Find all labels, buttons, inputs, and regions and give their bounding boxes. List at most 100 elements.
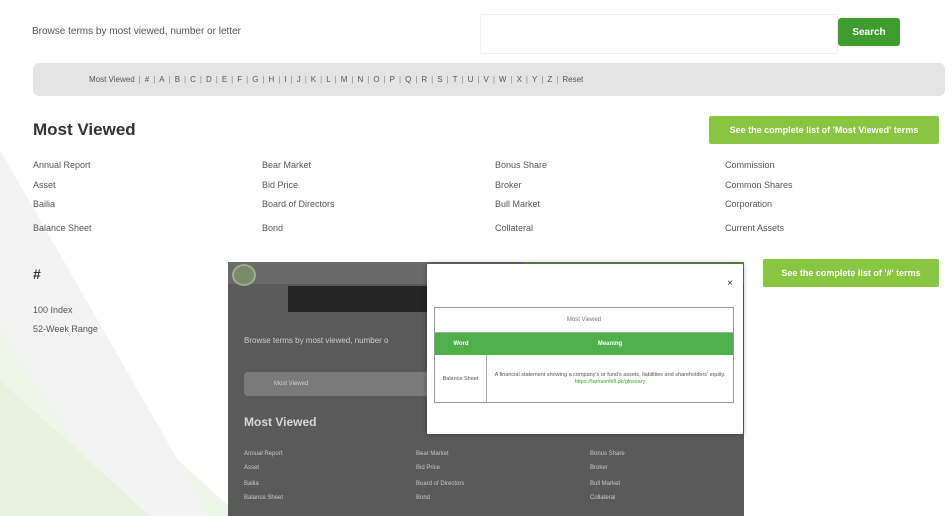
inner-letter-bar: Most Viewed	[244, 372, 444, 396]
letter-separator: |	[278, 75, 281, 84]
letter-filter-item[interactable]: W	[498, 75, 508, 84]
term-link[interactable]: 100 Index	[33, 305, 73, 315]
letter-filter-item[interactable]: B	[174, 75, 181, 84]
letter-separator: |	[153, 75, 156, 84]
letter-filter-item[interactable]: Y	[531, 75, 538, 84]
search-instruction: Browse terms by most viewed, number or l…	[32, 26, 241, 37]
letter-filter-item[interactable]: D	[205, 75, 213, 84]
letter-filter-item[interactable]: Q	[404, 75, 412, 84]
header-meaning: Meaning	[597, 341, 623, 347]
term-link[interactable]: Bond	[262, 223, 283, 233]
search-input[interactable]	[480, 14, 838, 54]
row-meaning: A financial statement showing a company'…	[494, 372, 726, 378]
letter-filter-item[interactable]: A	[158, 75, 165, 84]
letter-filter-item[interactable]: E	[221, 75, 228, 84]
letter-filter-bar: Most Viewed | # | A | B | C | D | E | F | G | H | I | J | K | L | M |…	[33, 63, 945, 96]
inner-term: Bid Price	[416, 465, 441, 471]
table-caption: Most Viewed	[435, 308, 733, 333]
inner-term: Collateral	[590, 495, 616, 501]
term-link[interactable]: Bear Market	[262, 160, 311, 170]
definition-table: Most Viewed Word Meaning Balance Sheet A…	[434, 307, 734, 403]
inner-term: Bailia	[244, 481, 259, 487]
letter-separator: |	[556, 75, 559, 84]
letter-filter-item[interactable]: Z	[546, 75, 553, 84]
letter-separator: |	[138, 75, 141, 84]
term-link[interactable]: Collateral	[495, 223, 533, 233]
letter-separator: |	[262, 75, 265, 84]
letter-filter-item[interactable]: K	[310, 75, 317, 84]
term-link[interactable]: Asset	[33, 180, 56, 190]
inner-term: Bond	[416, 495, 431, 501]
term-link[interactable]: Bonus Share	[495, 160, 547, 170]
letter-filter-item[interactable]: I	[283, 75, 287, 84]
term-link[interactable]: Bull Market	[495, 199, 540, 209]
term-link[interactable]: Board of Directors	[262, 199, 335, 209]
inner-term: Broker	[590, 465, 608, 471]
see-all-hash-button[interactable]: See the complete list of '#' terms	[763, 259, 939, 287]
letter-separator: |	[199, 75, 202, 84]
term-link[interactable]: 52-Week Range	[33, 324, 98, 334]
letter-filter-item[interactable]: C	[189, 75, 197, 84]
definition-modal: × Most Viewed Word Meaning Balance Sheet…	[427, 264, 743, 434]
letter-filter-item[interactable]: M	[340, 75, 349, 84]
letter-filter-item[interactable]: U	[467, 75, 475, 84]
letter-filter-item[interactable]: G	[251, 75, 259, 84]
letter-filter-item[interactable]: T	[452, 75, 459, 84]
table-header: Word Meaning	[435, 333, 733, 355]
letter-filter-item[interactable]: S	[436, 75, 443, 84]
letter-separator: |	[320, 75, 323, 84]
row-link[interactable]: https://tamsonhill.pk/glossary	[575, 379, 646, 385]
inner-term: Asset	[244, 465, 260, 471]
letter-filter-item[interactable]: H	[268, 75, 276, 84]
letter-separator: |	[525, 75, 528, 84]
inner-section-title: Most Viewed	[244, 415, 317, 429]
inner-search-instruction: Browse terms by most viewed, number o	[244, 336, 389, 345]
letter-filter-item[interactable]: R	[420, 75, 428, 84]
table-row: Balance Sheet A financial statement show…	[435, 355, 733, 402]
letter-filter-item[interactable]: O	[372, 75, 380, 84]
letter-filter-item[interactable]: P	[389, 75, 396, 84]
term-link[interactable]: Current Assets	[725, 223, 784, 233]
term-link[interactable]: Annual Report	[33, 160, 91, 170]
inner-term: Bear Market	[416, 451, 449, 457]
see-all-most-viewed-button[interactable]: See the complete list of 'Most Viewed' t…	[709, 116, 939, 144]
letter-filter-item[interactable]: #	[144, 75, 150, 84]
letter-separator: |	[184, 75, 187, 84]
letter-separator: |	[541, 75, 544, 84]
letter-separator: |	[168, 75, 171, 84]
letter-filter-item[interactable]: V	[483, 75, 490, 84]
letter-separator: |	[231, 75, 234, 84]
letter-filter-item[interactable]: X	[516, 75, 523, 84]
letter-separator: |	[304, 75, 307, 84]
term-link[interactable]: Corporation	[725, 199, 772, 209]
logo-icon	[232, 264, 256, 286]
term-link[interactable]: Broker	[495, 180, 522, 190]
letter-separator: |	[334, 75, 337, 84]
letter-separator: |	[290, 75, 293, 84]
term-link[interactable]: Balance Sheet	[33, 223, 92, 233]
letter-separator: |	[383, 75, 386, 84]
letter-filter-item[interactable]: F	[236, 75, 243, 84]
letter-filter-item[interactable]: N	[356, 75, 364, 84]
letter-filter-item[interactable]: L	[325, 75, 331, 84]
letter-separator: |	[351, 75, 354, 84]
term-link[interactable]: Bailia	[33, 199, 55, 209]
term-link[interactable]: Commission	[725, 160, 775, 170]
row-word: Balance Sheet	[435, 355, 487, 402]
inner-term: Annual Report	[244, 451, 283, 457]
letter-separator: |	[461, 75, 464, 84]
term-link[interactable]: Common Shares	[725, 180, 793, 190]
letter-separator: |	[492, 75, 495, 84]
letter-separator: |	[367, 75, 370, 84]
inner-letter-bar-label: Most Viewed	[274, 381, 309, 387]
search-button[interactable]: Search	[838, 18, 900, 46]
letter-filter-item[interactable]: J	[296, 75, 302, 84]
letter-separator: |	[215, 75, 218, 84]
term-link[interactable]: Bid Price	[262, 180, 298, 190]
close-icon[interactable]: ×	[727, 278, 733, 289]
row-meaning-cell: A financial statement showing a company'…	[487, 355, 733, 402]
letter-separator: |	[510, 75, 513, 84]
letter-separator: |	[446, 75, 449, 84]
reset-link[interactable]: Reset	[561, 75, 584, 84]
letter-filter-item[interactable]: Most Viewed	[88, 75, 136, 84]
